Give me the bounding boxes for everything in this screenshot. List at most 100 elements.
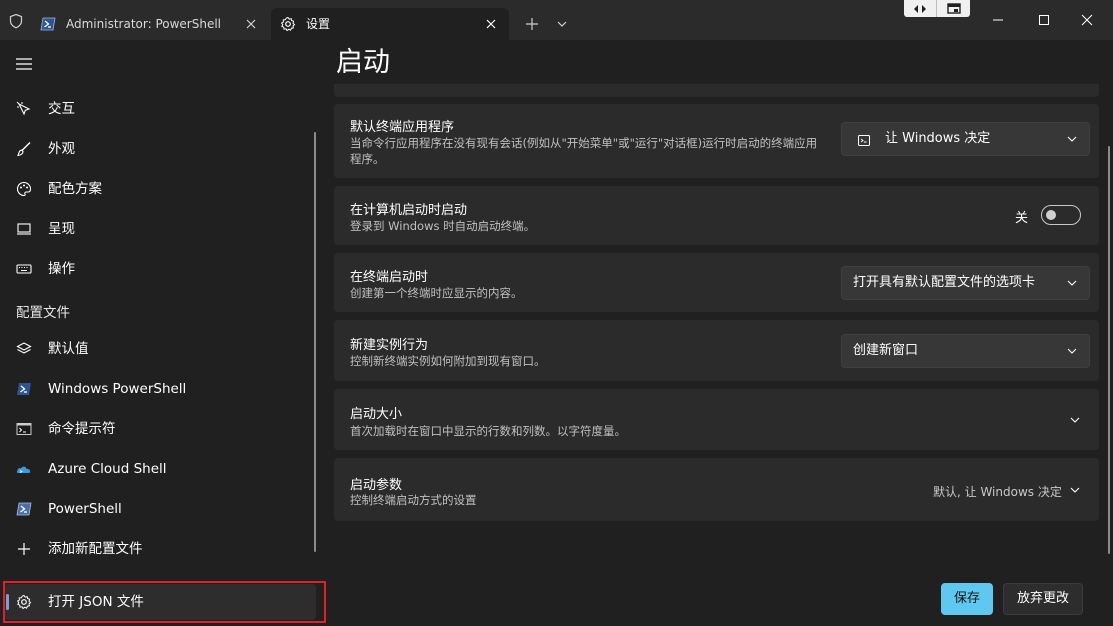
sidebar-item-rendering[interactable]: 呈现 — [4, 211, 316, 247]
setting-title: 在终端启动时 — [350, 270, 429, 285]
setting-description: 当命令行应用程序在没有现有会话(例如从"开始菜单"或"运行"对话框)运行时启动的… — [350, 136, 818, 166]
sidebar-item-interaction[interactable]: 交互 — [4, 91, 316, 127]
main-scrollbar[interactable] — [1108, 146, 1110, 554]
powershell-icon — [40, 17, 56, 31]
page-title: 启动 — [336, 47, 390, 78]
open-json-file-button[interactable]: 打开 JSON 文件 — [4, 584, 316, 620]
sidebar-item-label: Azure Cloud Shell — [48, 461, 167, 477]
sidebar-item-powershell[interactable]: PowerShell — [4, 491, 316, 527]
tab-label: 设置 — [306, 17, 331, 31]
sidebar-item-windows-powershell[interactable]: Windows PowerShell — [4, 371, 316, 407]
arrows-horizontal-icon — [914, 4, 926, 13]
selection-indicator — [6, 594, 9, 610]
powershell-icon — [17, 383, 31, 395]
setting-launch-on-startup: 在计算机启动时启动 登录到 Windows 时自动启动终端。 关 — [334, 186, 1099, 245]
setting-title: 启动大小 — [350, 407, 403, 422]
setting-description: 登录到 Windows 时自动启动终端。 — [350, 219, 536, 233]
launch-on-startup-toggle[interactable] — [1041, 205, 1081, 225]
gear-icon — [280, 16, 296, 32]
cmd-icon — [16, 423, 32, 435]
on-launch-dropdown[interactable]: 打开具有默认配置文件的选项卡 — [841, 266, 1090, 300]
default-terminal-dropdown[interactable]: 让 Windows 决定 — [841, 122, 1090, 156]
sidebar-item-label: 呈现 — [48, 221, 75, 237]
shield-icon — [9, 13, 23, 29]
layers-icon — [16, 342, 32, 354]
open-json-label: 打开 JSON 文件 — [48, 594, 144, 610]
setting-launch-size[interactable]: 启动大小 首次加载时在窗口中显示的行数和列数。以字符度量。 — [334, 389, 1099, 450]
sidebar-item-azure-cloud-shell[interactable]: Azure Cloud Shell — [4, 451, 316, 487]
sidebar-item-label: 添加新配置文件 — [48, 541, 143, 557]
sidebar-item-label: Windows PowerShell — [48, 381, 187, 397]
discard-changes-button[interactable]: 放弃更改 — [1003, 583, 1083, 615]
terminal-window-icon — [858, 135, 870, 146]
chevron-down-icon — [1070, 487, 1080, 493]
chevron-down-icon — [1067, 280, 1077, 286]
sidebar-scrollbar[interactable] — [314, 132, 316, 552]
save-button[interactable]: 保存 — [941, 583, 993, 615]
sidebar-item-actions[interactable]: 操作 — [4, 251, 316, 287]
gear-icon — [16, 594, 32, 610]
palette-icon — [16, 181, 32, 197]
setting-title: 启动参数 — [350, 478, 403, 493]
setting-description: 首次加载时在窗口中显示的行数和列数。以字符度量。 — [350, 424, 626, 438]
maximize-icon[interactable] — [1030, 7, 1058, 33]
setting-title: 默认终端应用程序 — [350, 120, 455, 135]
chevron-down-icon[interactable] — [553, 15, 571, 33]
sidebar-item-defaults[interactable]: 默认值 — [4, 331, 316, 367]
close-icon[interactable] — [243, 16, 259, 32]
setting-default-terminal: 默认终端应用程序 当命令行应用程序在没有现有会话(例如从"开始菜单"或"运行"对… — [334, 104, 1099, 178]
plus-icon — [18, 543, 30, 555]
chevron-down-icon — [1070, 417, 1080, 423]
minimize-icon[interactable] — [984, 7, 1012, 33]
sidebar-item-label: 配色方案 — [48, 181, 102, 197]
sidebar-item-label: 默认值 — [48, 341, 89, 357]
monitor-icon — [17, 223, 31, 235]
tab-settings[interactable]: 设置 — [271, 8, 509, 40]
keyboard-icon — [16, 264, 32, 274]
close-icon[interactable] — [483, 16, 499, 32]
sidebar-item-label: 命令提示符 — [48, 421, 116, 437]
azure-icon — [16, 466, 31, 473]
chevron-down-icon — [1067, 348, 1077, 354]
profiles-section-header: 配置文件 — [16, 305, 70, 321]
setting-launch-parameters[interactable]: 启动参数 控制终端启动方式的设置 默认, 让 Windows 决定 — [334, 458, 1099, 521]
settings-card-partial — [334, 84, 1099, 97]
sidebar-item-add-profile[interactable]: 添加新配置文件 — [4, 531, 316, 567]
new-instance-dropdown[interactable]: 创建新窗口 — [841, 334, 1090, 368]
setting-description: 控制终端启动方式的设置 — [350, 493, 477, 507]
setting-title: 在计算机启动时启动 — [350, 203, 468, 218]
hamburger-menu-icon[interactable] — [15, 56, 33, 72]
toggle-state-label: 关 — [1015, 211, 1029, 226]
setting-value: 默认, 让 Windows 决定 — [933, 485, 1062, 499]
window-snap-icon — [946, 3, 961, 14]
powershell-icon — [16, 502, 32, 516]
setting-description: 创建第一个终端时应显示的内容。 — [350, 286, 523, 300]
setting-new-instance: 新建实例行为 控制新终端实例如何附加到现有窗口。 创建新窗口 — [334, 320, 1099, 381]
chevron-down-icon — [1067, 136, 1077, 142]
snap-controls — [904, 0, 970, 17]
toggle-knob — [1046, 210, 1056, 220]
plus-icon[interactable] — [523, 15, 541, 33]
tab-powershell[interactable]: Administrator: PowerShell — [31, 8, 269, 40]
setting-on-launch: 在终端启动时 创建第一个终端时应显示的内容。 打开具有默认配置文件的选项卡 — [334, 253, 1099, 312]
setting-description: 控制新终端实例如何附加到现有窗口。 — [350, 354, 546, 368]
brush-icon — [17, 142, 31, 157]
title-bar: Administrator: PowerShell 设置 — [0, 0, 1113, 40]
sidebar-item-appearance[interactable]: 外观 — [4, 131, 316, 167]
sidebar-item-color-schemes[interactable]: 配色方案 — [4, 171, 316, 207]
dropdown-value: 让 Windows 决定 — [885, 131, 991, 146]
sidebar-item-command-prompt[interactable]: 命令提示符 — [4, 411, 316, 447]
sidebar-item-label: 外观 — [48, 141, 75, 157]
sidebar-item-label: PowerShell — [48, 501, 122, 517]
close-window-icon[interactable] — [1073, 7, 1101, 33]
dropdown-value: 创建新窗口 — [853, 343, 919, 358]
dropdown-value: 打开具有默认配置文件的选项卡 — [853, 275, 1036, 290]
window-snap-button[interactable] — [937, 0, 970, 17]
interaction-icon — [16, 101, 31, 116]
resize-horizontal-button[interactable] — [904, 0, 937, 17]
tab-label: Administrator: PowerShell — [66, 17, 222, 31]
sidebar-item-label: 操作 — [48, 261, 75, 277]
setting-title: 新建实例行为 — [350, 338, 429, 353]
sidebar-item-label: 交互 — [48, 101, 75, 117]
sidebar: 交互 外观 配色方案 呈现 操作 配置文件 默认值 Windows PowerS… — [0, 40, 330, 626]
